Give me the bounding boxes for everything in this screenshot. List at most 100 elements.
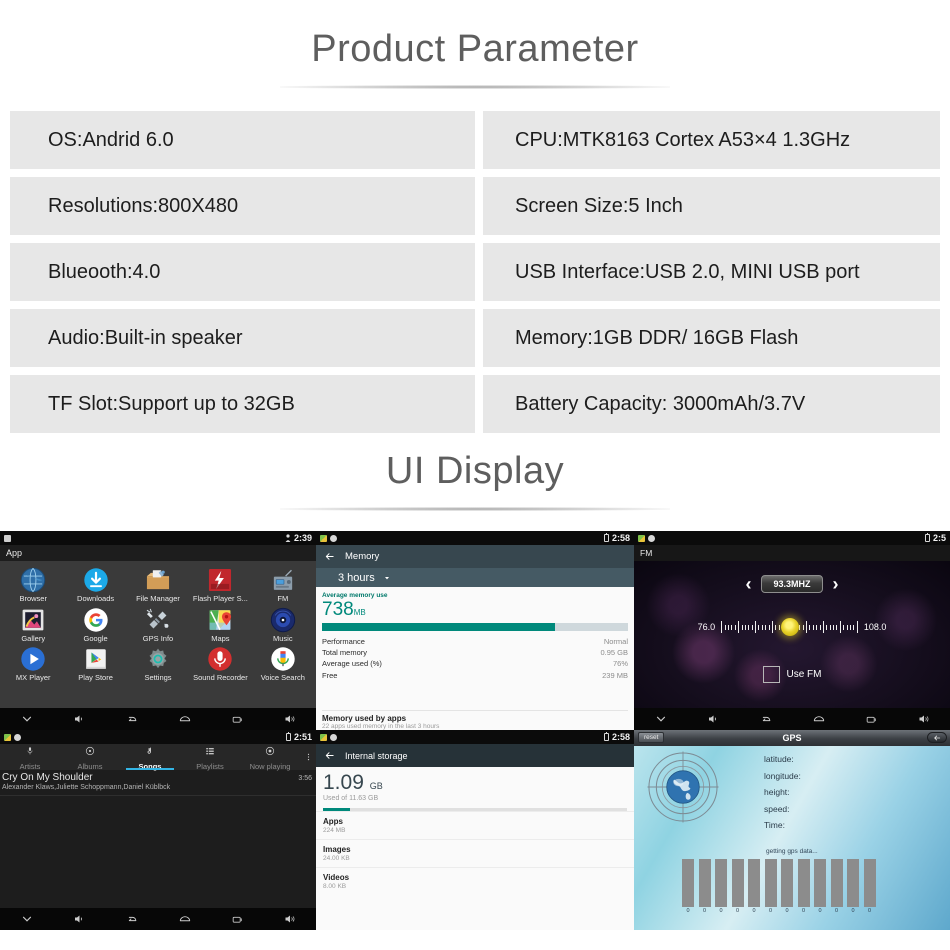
back-button[interactable] — [927, 732, 947, 743]
battery-icon — [603, 732, 609, 741]
volume-down-icon[interactable] — [73, 913, 85, 925]
voice-search-icon[interactable] — [270, 646, 296, 672]
flash-player-icon[interactable] — [207, 567, 233, 593]
storage-item-size: 24.00 KB — [323, 855, 350, 863]
storage-item[interactable]: Images 24.00 KB — [316, 839, 634, 867]
status-icon — [4, 534, 11, 542]
volume-down-icon[interactable] — [707, 713, 719, 725]
satellite-bar-label: 0 — [768, 908, 773, 914]
app-item-downloads[interactable]: Downloads — [64, 567, 126, 603]
volume-up-icon[interactable] — [284, 913, 296, 925]
back-arrow-icon[interactable] — [932, 734, 942, 742]
tab-albums[interactable]: Albums — [60, 744, 120, 771]
recents-icon[interactable] — [231, 713, 244, 726]
back-arrow-icon[interactable] — [324, 750, 335, 761]
maps-icon[interactable] — [207, 607, 233, 633]
app-status-icon — [320, 534, 327, 542]
back-arrow-icon[interactable] — [324, 551, 335, 562]
app-item-mx-player[interactable]: MX Player — [2, 646, 64, 682]
gallery-icon[interactable] — [20, 607, 46, 633]
screenshot-music-player: 2:51 Artists Albums Songs Playlists Now play… — [0, 730, 316, 930]
memory-stat-row: Performance Normal — [322, 636, 628, 647]
back-icon[interactable] — [759, 713, 772, 726]
app-item-gallery[interactable]: Gallery — [2, 607, 64, 643]
app-item-file-manager[interactable]: File Manager — [127, 567, 189, 603]
chevron-down-icon[interactable] — [654, 712, 668, 726]
navigation-bar[interactable] — [0, 708, 316, 730]
fm-tick-marks[interactable] — [721, 618, 858, 636]
globe-radar-icon — [647, 751, 719, 823]
home-icon[interactable] — [812, 712, 826, 726]
recents-icon[interactable] — [865, 713, 878, 726]
fm-tick — [809, 624, 811, 630]
tab-now-playing[interactable]: Now playing — [240, 744, 300, 771]
chevron-down-icon[interactable] — [20, 912, 34, 926]
download-icon[interactable] — [83, 567, 109, 593]
back-icon[interactable] — [125, 713, 138, 726]
play-circle-icon[interactable] — [20, 646, 46, 672]
app-item-google[interactable]: Google — [64, 607, 126, 643]
play-store-icon[interactable] — [83, 646, 109, 672]
gear-icon[interactable] — [145, 646, 171, 672]
volume-down-icon[interactable] — [73, 713, 85, 725]
file-manager-icon[interactable] — [145, 567, 171, 593]
fm-tuner-knob[interactable] — [780, 618, 799, 636]
satellite-icon[interactable] — [145, 607, 171, 633]
fm-tick — [738, 621, 740, 633]
chevron-down-icon[interactable] — [383, 574, 391, 582]
app-label: Gallery — [21, 633, 46, 643]
memory-range-selector[interactable]: 3 hours — [316, 568, 634, 587]
app-label: Maps — [211, 633, 230, 643]
status-bar: 2:39 — [0, 531, 316, 545]
fm-tick — [802, 624, 804, 630]
app-item-play-store[interactable]: Play Store — [64, 646, 126, 682]
use-fm-row[interactable]: Use FM — [634, 666, 950, 683]
app-item-flash-player-s[interactable]: Flash Player S... — [189, 567, 251, 603]
browser-icon[interactable] — [20, 567, 46, 593]
storage-item[interactable]: Videos 8.00 KB — [316, 867, 634, 895]
app-item-settings[interactable]: Settings — [127, 646, 189, 682]
app-item-sound-recorder[interactable]: Sound Recorder — [189, 646, 251, 682]
fm-radio-icon[interactable] — [270, 567, 296, 593]
app-item-voice-search[interactable]: Voice Search — [252, 646, 314, 682]
product-parameter-section: Product Parameter — [0, 0, 950, 89]
app-item-music[interactable]: Music — [252, 607, 314, 643]
volume-up-icon[interactable] — [918, 713, 930, 725]
back-icon[interactable] — [125, 913, 138, 926]
dot-icon — [330, 534, 337, 542]
chevron-down-icon[interactable] — [20, 712, 34, 726]
stat-label: Total memory — [322, 648, 368, 658]
navigation-bar[interactable] — [634, 708, 950, 730]
dot-icon — [330, 733, 337, 741]
gps-field: speed: — [764, 803, 790, 814]
app-item-fm[interactable]: FM — [252, 567, 314, 603]
home-icon[interactable] — [178, 712, 192, 726]
google-icon[interactable] — [83, 607, 109, 633]
satellite-bar-fill — [715, 859, 727, 907]
app-item-gps-info[interactable]: GPS Info — [127, 607, 189, 643]
next-station-button[interactable]: › — [833, 575, 839, 593]
prev-station-button[interactable]: ‹ — [745, 575, 751, 593]
fm-tick — [765, 624, 767, 630]
fm-frequency-display[interactable]: 93.3MHZ — [761, 575, 823, 593]
list-item[interactable]: Cry On My Shoulder 3:56 Alexander Klaws,… — [0, 770, 316, 796]
tab-songs[interactable]: Songs — [120, 744, 180, 771]
tab-playlists[interactable]: Playlists — [180, 744, 240, 771]
reset-button[interactable]: reset — [638, 732, 665, 743]
table-row: Audio:Built-in speaker Memory:1GB DDR/ 16… — [10, 309, 940, 367]
music-icon[interactable] — [270, 607, 296, 633]
recents-icon[interactable] — [231, 913, 244, 926]
dot-icon — [14, 733, 21, 741]
storage-item[interactable]: Apps 224 MB — [316, 811, 634, 839]
volume-up-icon[interactable] — [284, 713, 296, 725]
app-label: Downloads — [77, 594, 115, 603]
overflow-menu-icon[interactable] — [300, 744, 316, 770]
tab-artists[interactable]: Artists — [0, 744, 60, 771]
app-item-maps[interactable]: Maps — [189, 607, 251, 643]
memory-stats-list: Performance Normal Total memory 0.95 GB Aver… — [322, 636, 628, 681]
home-icon[interactable] — [178, 912, 192, 926]
app-item-browser[interactable]: Browser — [2, 567, 64, 603]
use-fm-checkbox[interactable] — [762, 666, 780, 683]
navigation-bar[interactable] — [0, 908, 316, 930]
microphone-icon[interactable] — [207, 646, 233, 672]
